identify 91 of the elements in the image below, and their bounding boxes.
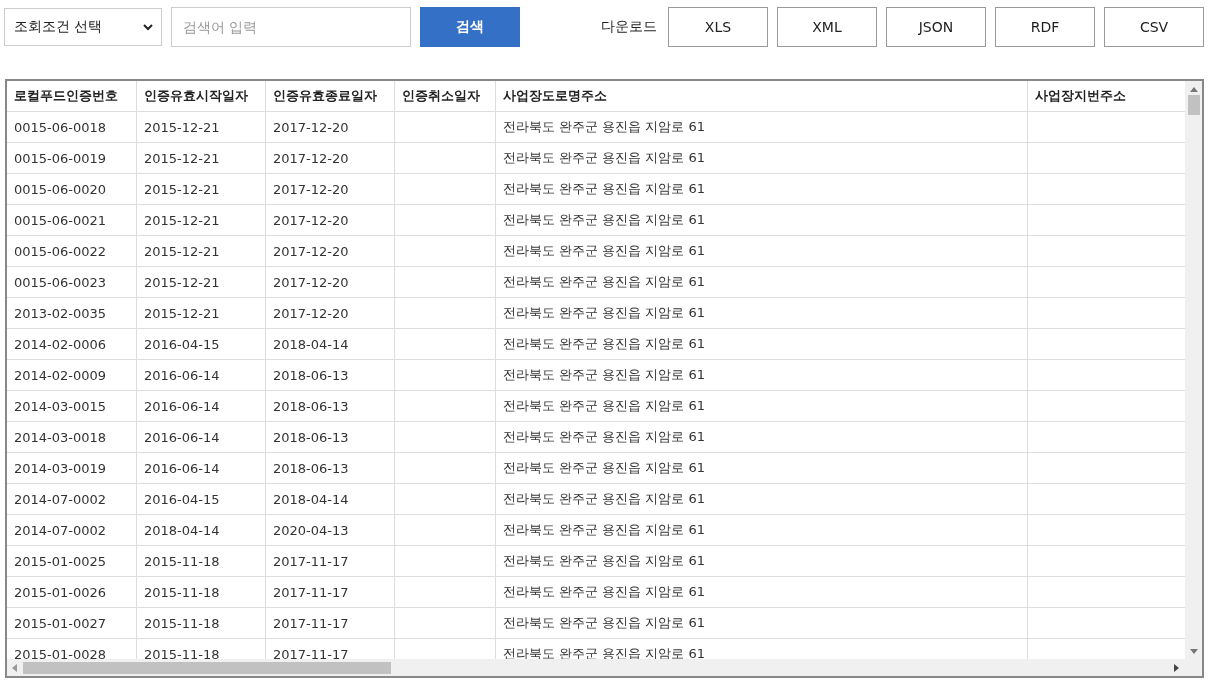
column-header: 로컬푸드인증번호 [7, 81, 137, 111]
table-cell: 전라북도 완주군 용진읍 지암로 61 [496, 174, 1028, 204]
table-cell: 전라북도 완주군 용진읍 지암로 61 [496, 484, 1028, 514]
table-cell: 2014-03-0018 [7, 422, 137, 452]
download-button[interactable]: CSV [1104, 7, 1204, 47]
condition-select[interactable]: 조회조건 선택 [4, 8, 162, 46]
table-cell: 2020-04-13 [266, 515, 395, 545]
table-cell: 2017-12-20 [266, 236, 395, 266]
table-cell: 0015-06-0023 [7, 267, 137, 297]
scroll-left-icon[interactable] [12, 663, 17, 672]
table-cell: 2016-06-14 [137, 360, 266, 390]
table-cell: 0015-06-0022 [7, 236, 137, 266]
table-cell: 2015-11-18 [137, 577, 266, 607]
scrollbar-thumb[interactable] [1187, 95, 1200, 115]
search-field[interactable]: 검색어 입력 [171, 7, 411, 47]
download-button[interactable]: XLS [668, 7, 768, 47]
table-cell: 2015-01-0027 [7, 608, 137, 638]
table-cell: 전라북도 완주군 용진읍 지암로 61 [496, 515, 1028, 545]
table-cell: 2015-01-0025 [7, 546, 137, 576]
table-cell: 2018-04-14 [266, 484, 395, 514]
table-cell: 전라북도 완주군 용진읍 지암로 61 [496, 267, 1028, 297]
table-cell: 2017-12-20 [266, 267, 395, 297]
table-cell: 전라북도 완주군 용진읍 지암로 61 [496, 298, 1028, 328]
table-cell: 2017-11-17 [266, 608, 395, 638]
table-cell: 0015-06-0019 [7, 143, 137, 173]
column-header: 인증유효종료일자 [266, 81, 395, 111]
table-cell: 2017-11-17 [266, 546, 395, 576]
table-cell: 2015-01-0026 [7, 577, 137, 607]
table-cell: 2015-12-21 [137, 267, 266, 297]
scroll-right-icon[interactable] [1174, 663, 1179, 672]
table-cell: 2018-06-13 [266, 422, 395, 452]
table-cell: 2017-12-20 [266, 112, 395, 142]
scroll-down-icon[interactable] [1189, 649, 1198, 654]
table-cell: 2015-12-21 [137, 143, 266, 173]
download-button[interactable]: JSON [886, 7, 986, 47]
table-cell: 전라북도 완주군 용진읍 지암로 61 [496, 546, 1028, 576]
table-cell: 2016-06-14 [137, 391, 266, 421]
column-header: 사업장도로명주소 [496, 81, 1028, 111]
table-cell: 0015-06-0020 [7, 174, 137, 204]
table-cell: 2016-04-15 [137, 484, 266, 514]
table-cell: 2014-03-0019 [7, 453, 137, 483]
table-cell: 2017-11-17 [266, 577, 395, 607]
table-cell: 전라북도 완주군 용진읍 지암로 61 [496, 577, 1028, 607]
table-cell: 2015-12-21 [137, 112, 266, 142]
table-cell: 2013-02-0035 [7, 298, 137, 328]
horizontal-scrollbar[interactable] [7, 659, 1202, 676]
table-cell: 2017-12-20 [266, 143, 395, 173]
table-cell: 2014-02-0006 [7, 329, 137, 359]
table-cell: 2018-06-13 [266, 453, 395, 483]
table-cell: 2018-06-13 [266, 360, 395, 390]
table-cell: 2018-06-13 [266, 391, 395, 421]
table-cell: 2014-02-0009 [7, 360, 137, 390]
table-cell: 2015-12-21 [137, 205, 266, 235]
table-cell: 2018-04-14 [137, 515, 266, 545]
table-cell: 전라북도 완주군 용진읍 지암로 61 [496, 236, 1028, 266]
table-cell: 전라북도 완주군 용진읍 지암로 61 [496, 608, 1028, 638]
column-header: 인증유효시작일자 [137, 81, 266, 111]
download-button[interactable]: XML [777, 7, 877, 47]
table-cell: 2017-12-20 [266, 205, 395, 235]
table-cell: 2017-12-20 [266, 298, 395, 328]
table-cell: 2016-06-14 [137, 422, 266, 452]
scroll-up-icon[interactable] [1189, 87, 1198, 92]
table-cell: 전라북도 완주군 용진읍 지암로 61 [496, 143, 1028, 173]
table-cell: 2015-11-18 [137, 608, 266, 638]
table-cell: 전라북도 완주군 용진읍 지암로 61 [496, 391, 1028, 421]
table-cell: 전라북도 완주군 용진읍 지암로 61 [496, 329, 1028, 359]
vertical-scrollbar[interactable] [1185, 81, 1202, 659]
table-cell: 2016-06-14 [137, 453, 266, 483]
table-cell: 전라북도 완주군 용진읍 지암로 61 [496, 112, 1028, 142]
table-cell: 2014-07-0002 [7, 515, 137, 545]
chevron-down-icon [143, 23, 153, 31]
download-label: 다운로드 [601, 18, 657, 36]
column-header: 인증취소일자 [395, 81, 496, 111]
table-cell: 0015-06-0018 [7, 112, 137, 142]
scrollbar-thumb[interactable] [23, 661, 391, 674]
table-cell: 2015-12-21 [137, 174, 266, 204]
table-cell: 2016-04-15 [137, 329, 266, 359]
table-cell: 2015-11-18 [137, 546, 266, 576]
search-button[interactable]: 검색 [420, 7, 520, 47]
table-cell: 전라북도 완주군 용진읍 지암로 61 [496, 205, 1028, 235]
table-cell: 2018-04-14 [266, 329, 395, 359]
table-cell: 2017-12-20 [266, 174, 395, 204]
table-cell: 2014-07-0002 [7, 484, 137, 514]
table-cell: 2015-12-21 [137, 298, 266, 328]
table-cell: 전라북도 완주군 용진읍 지암로 61 [496, 360, 1028, 390]
download-button[interactable]: RDF [995, 7, 1095, 47]
table-cell: 2015-12-21 [137, 236, 266, 266]
table-cell: 2014-03-0015 [7, 391, 137, 421]
table-cell: 0015-06-0021 [7, 205, 137, 235]
table-cell: 전라북도 완주군 용진읍 지암로 61 [496, 453, 1028, 483]
table-cell: 전라북도 완주군 용진읍 지암로 61 [496, 422, 1028, 452]
